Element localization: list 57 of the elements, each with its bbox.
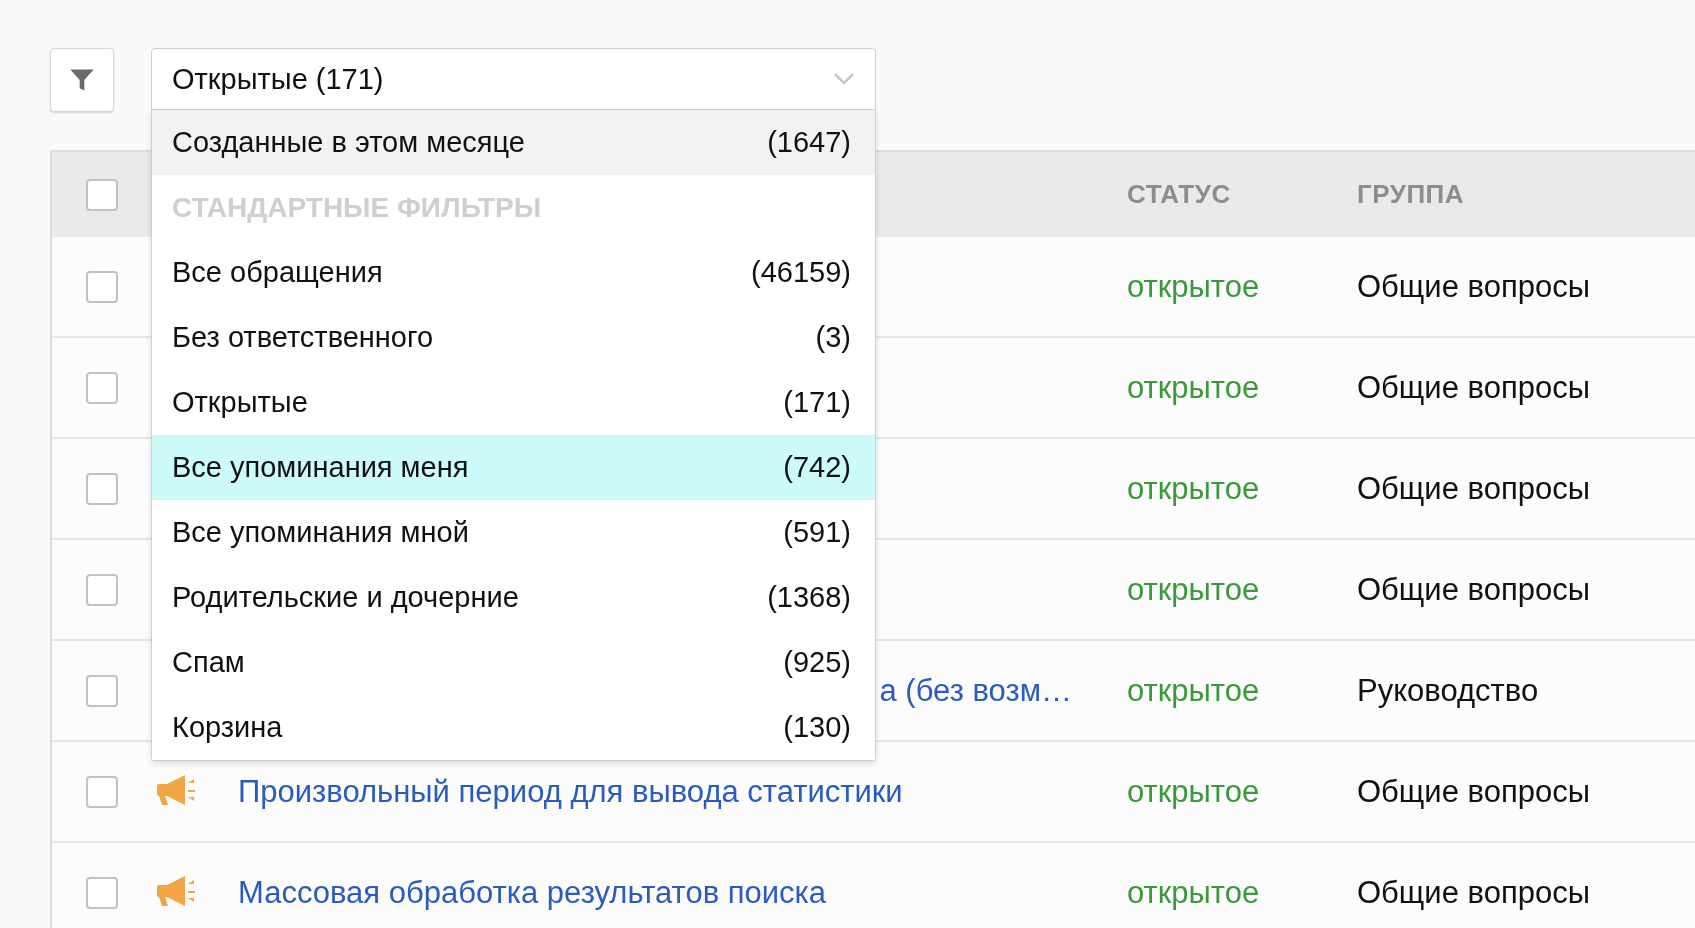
status-text: открытое (1127, 672, 1261, 709)
ticket-link[interactable]: Массовая обработка результатов поиска (238, 874, 827, 911)
item-label: Спам (172, 646, 245, 679)
megaphone-icon (157, 874, 197, 907)
item-count: (591) (783, 516, 851, 549)
checkbox[interactable] (86, 371, 118, 404)
item-count: (46159) (751, 256, 851, 289)
checkbox[interactable] (86, 876, 118, 909)
menu-item[interactable]: Родительские и дочерние (1368) (152, 565, 875, 630)
item-label: Созданные в этом месяце (172, 126, 525, 159)
item-count: (3) (815, 321, 851, 354)
status-text: открытое (1127, 268, 1261, 305)
item-label: Родительские и дочерние (172, 581, 519, 614)
group-text: Руководство (1357, 672, 1540, 709)
item-count: (742) (783, 451, 851, 484)
filter-button[interactable] (50, 48, 114, 112)
checkbox[interactable] (86, 270, 118, 303)
menu-item[interactable]: Корзина (130) (152, 695, 875, 760)
item-count: (130) (783, 711, 851, 744)
chevron-icon (833, 72, 855, 86)
item-label: Все упоминания мной (172, 516, 469, 549)
group-text: Общие вопросы (1357, 268, 1591, 305)
item-label: Все обращения (172, 256, 383, 289)
item-count: (925) (783, 646, 851, 679)
group-text: Общие вопросы (1357, 571, 1591, 608)
group-text: Общие вопросы (1357, 470, 1591, 507)
status-text: открытое (1127, 470, 1261, 507)
status-text: открытое (1127, 773, 1261, 810)
menu-item[interactable]: Все упоминания мной (591) (152, 500, 875, 565)
menu-item[interactable]: Все обращения (46159) (152, 240, 875, 305)
menu-item[interactable]: Открытые (171) (152, 370, 875, 435)
checkbox[interactable] (86, 674, 118, 707)
filter-select[interactable]: Открытые (171) (151, 48, 876, 110)
menu-item[interactable]: Созданные в этом месяце (1647) (152, 110, 875, 175)
group-text: Общие вопросы (1357, 874, 1591, 911)
item-label: Все упоминания меня (172, 451, 469, 484)
menu-item[interactable]: Без ответственного (3) (152, 305, 875, 370)
group-text: Общие вопросы (1357, 369, 1591, 406)
checkbox[interactable] (86, 178, 118, 211)
menu-item[interactable]: Все упоминания меня (742) (152, 435, 875, 500)
item-label: Без ответственного (172, 321, 434, 354)
checkbox[interactable] (86, 573, 118, 606)
item-count: (171) (783, 386, 851, 419)
ticket-link[interactable]: а (без возм… (879, 672, 1072, 709)
status-text: открытое (1127, 571, 1261, 608)
checkbox[interactable] (86, 472, 118, 505)
status-text: открытое (1127, 874, 1261, 911)
item-label: Открытые (172, 386, 308, 419)
ticket-link[interactable]: Произвольный период для вывода статистики (238, 773, 903, 810)
item-count: (1368) (767, 581, 851, 614)
menu-item[interactable]: Спам (925) (152, 630, 875, 695)
item-count: (1647) (767, 126, 851, 159)
megaphone-icon (157, 773, 197, 806)
item-label: Корзина (172, 711, 283, 744)
checkbox[interactable] (86, 775, 118, 808)
status-text: открытое (1127, 369, 1261, 406)
group-text: Общие вопросы (1357, 773, 1591, 810)
